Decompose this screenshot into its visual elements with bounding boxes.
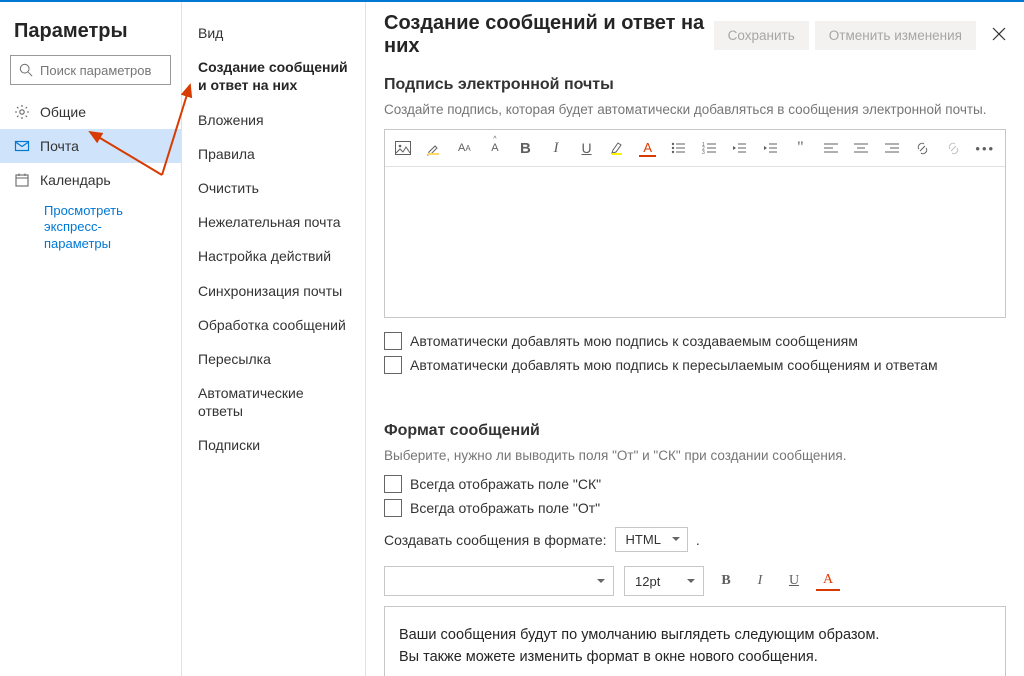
nav-label: Почта (40, 138, 79, 154)
italic-icon[interactable]: I (548, 138, 565, 158)
font-color-icon[interactable]: A (639, 140, 656, 157)
close-icon (992, 27, 1006, 41)
nav-mail[interactable]: Почта (0, 129, 181, 163)
editor-toolbar: AA A^ B I U A 123 " ••• (385, 130, 1005, 167)
checkbox-label: Автоматически добавлять мою подпись к пе… (410, 357, 938, 373)
calendar-icon (14, 172, 30, 188)
show-from-checkbox[interactable]: Всегда отображать поле "От" (384, 499, 1006, 517)
checkbox-label: Всегда отображать поле "СК" (410, 476, 601, 492)
nav-calendar[interactable]: Календарь (0, 163, 181, 197)
editor-textarea[interactable] (385, 167, 1005, 317)
subnav-item[interactable]: Правила (182, 137, 365, 171)
checkbox[interactable] (384, 356, 402, 374)
preview-line: Вы также можете изменить формат в окне н… (399, 649, 991, 665)
quote-icon[interactable]: " (792, 138, 809, 158)
show-bcc-checkbox[interactable]: Всегда отображать поле "СК" (384, 475, 1006, 493)
align-left-icon[interactable] (823, 138, 840, 158)
subnav-item[interactable]: Вид (182, 16, 365, 50)
insert-image-icon[interactable] (395, 138, 412, 158)
nav-label: Общие (40, 104, 86, 120)
subnav-item[interactable]: Подписки (182, 428, 365, 462)
format-title: Формат сообщений (384, 422, 1006, 440)
search-placeholder: Поиск параметров (40, 63, 151, 78)
indent-icon[interactable] (762, 138, 779, 158)
checkbox[interactable] (384, 499, 402, 517)
signature-desc: Создайте подпись, которая будет автомати… (384, 102, 1006, 117)
format-select[interactable]: HTML (615, 527, 688, 552)
underline-icon[interactable]: U (782, 569, 806, 593)
auto-sig-new-checkbox[interactable]: Автоматически добавлять мою подпись к со… (384, 332, 1006, 350)
underline-icon[interactable]: U (578, 138, 595, 158)
align-center-icon[interactable] (853, 138, 870, 158)
subnav-item[interactable]: Настройка действий (182, 239, 365, 273)
auto-sig-reply-checkbox[interactable]: Автоматически добавлять мою подпись к пе… (384, 356, 1006, 374)
link-icon[interactable] (914, 138, 931, 158)
unlink-icon[interactable] (945, 138, 962, 158)
font-family-select[interactable] (384, 566, 614, 596)
nav-general[interactable]: Общие (0, 95, 181, 129)
nav-label: Календарь (40, 172, 111, 188)
settings-title: Параметры (0, 2, 181, 55)
signature-editor: AA A^ B I U A 123 " ••• (384, 129, 1006, 318)
subnav-item[interactable]: Нежелательная почта (182, 205, 365, 239)
numbering-icon[interactable]: 123 (700, 138, 717, 158)
align-right-icon[interactable] (884, 138, 901, 158)
signature-title: Подпись электронной почты (384, 76, 1006, 94)
preview-line: Ваши сообщения будут по умолчанию выгляд… (399, 627, 991, 643)
save-button[interactable]: Сохранить (714, 21, 809, 50)
bold-icon[interactable]: B (517, 138, 534, 158)
subnav-item[interactable]: Автоматические ответы (182, 376, 365, 428)
highlight-color-icon[interactable] (609, 138, 626, 158)
subnav-item[interactable]: Вложения (182, 103, 365, 137)
bullets-icon[interactable] (670, 138, 687, 158)
mail-icon (14, 138, 30, 154)
svg-text:3: 3 (702, 150, 705, 154)
search-input[interactable]: Поиск параметров (10, 55, 171, 85)
cancel-button[interactable]: Отменить изменения (815, 21, 976, 50)
font-color-icon[interactable]: A (816, 572, 840, 591)
subnav-item[interactable]: Создание сообщений и ответ на них (182, 50, 365, 102)
checkbox[interactable] (384, 332, 402, 350)
checkbox[interactable] (384, 475, 402, 493)
bold-icon[interactable]: B (714, 569, 738, 593)
subnav-item[interactable]: Синхронизация почты (182, 274, 365, 308)
font-size-icon[interactable]: A^ (487, 138, 504, 158)
checkbox-label: Всегда отображать поле "От" (410, 500, 600, 516)
format-select-label: Создавать сообщения в формате: (384, 532, 607, 548)
search-icon (19, 63, 33, 77)
outdent-icon[interactable] (731, 138, 748, 158)
gear-icon (14, 104, 30, 120)
font-family-icon[interactable]: AA (456, 138, 473, 158)
preview-box: Ваши сообщения будут по умолчанию выгляд… (384, 606, 1006, 676)
font-size-select[interactable]: 12pt (624, 566, 704, 596)
sub-nav: ВидСоздание сообщений и ответ на нихВлож… (182, 2, 366, 676)
nav-express-link[interactable]: Просмотреть экспресс-параметры (0, 197, 181, 258)
italic-icon[interactable]: I (748, 569, 772, 593)
subnav-item[interactable]: Обработка сообщений (182, 308, 365, 342)
format-desc: Выберите, нужно ли выводить поля "От" и … (384, 448, 1006, 463)
more-icon[interactable]: ••• (975, 138, 995, 158)
close-button[interactable] (992, 27, 1006, 44)
subnav-item[interactable]: Пересылка (182, 342, 365, 376)
checkbox-label: Автоматически добавлять мою подпись к со… (410, 333, 858, 349)
highlight-icon[interactable] (426, 138, 443, 158)
page-title: Создание сообщений и ответ на них (384, 12, 708, 58)
subnav-item[interactable]: Очистить (182, 171, 365, 205)
